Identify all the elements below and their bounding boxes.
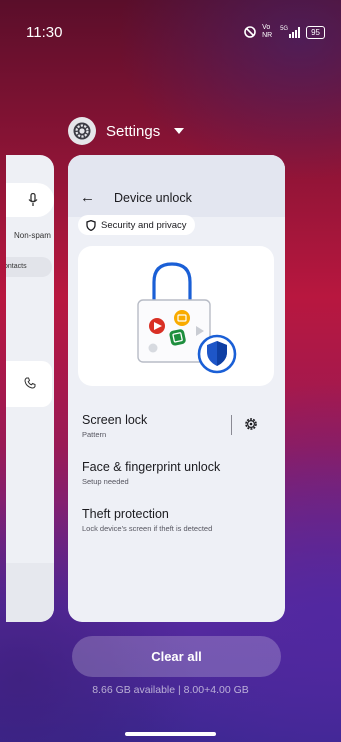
breadcrumb-chip[interactable]: Security and privacy [78,215,195,235]
signal-5g-label: 5G [280,26,289,32]
signal-icon: 5G [280,26,301,38]
recent-card-settings[interactable]: ← Device unlock Security and privacy Scr… [68,155,285,622]
battery-icon: 95 [306,25,325,39]
recent-app-name: Settings [106,122,161,140]
breadcrumb-label: Security and privacy [101,219,187,231]
lock-shackle [152,262,192,300]
face-fingerprint-title: Face & fingerprint unlock [82,460,221,474]
shield-icon [86,219,96,231]
status-time: 11:30 [26,24,63,41]
device-unlock-illustration [78,246,274,386]
face-fingerprint-subtitle: Setup needed [82,477,129,486]
padlock-illustration [137,262,237,374]
grey-dot [148,343,158,353]
chevron-down-icon[interactable] [174,128,185,134]
bottom-navigation-strip [6,563,54,622]
screen-lock-subtitle: Pattern [82,430,107,439]
settings-app-icon [68,117,96,145]
do-not-disturb-icon [244,26,256,38]
back-arrow-icon[interactable]: ← [80,189,95,206]
microphone-icon [28,193,38,206]
battery-level: 95 [311,27,320,37]
recent-app-header[interactable]: Settings [68,116,185,146]
yellow-app-dot [174,310,190,326]
screen-lock-title: Screen lock [82,413,148,427]
status-bar: 11:30 Vo NR 5G 95 [0,0,341,60]
volte-label: Vo NR [262,24,273,39]
gesture-home-bar[interactable] [125,732,216,736]
status-icons: Vo NR 5G 95 [244,24,325,40]
vertical-divider [231,415,232,435]
top-app-bar [68,155,285,217]
phone-icon [24,377,36,389]
filter-chip-nonspam: Non-spam [14,231,51,240]
page-title: Device unlock [114,191,192,205]
recent-card-previous-app[interactable]: Non-spam ontacts [6,155,54,622]
clear-all-button[interactable]: Clear all [72,636,281,677]
memory-info: 8.66 GB available | 8.00+4.00 GB [92,684,249,696]
theft-protection-title: Theft protection [82,507,169,521]
filter-chip-contacts: ontacts [6,257,52,277]
filter-chip-contacts-label: ontacts [6,263,27,270]
gear-icon[interactable] [244,417,258,431]
theft-protection-subtitle: Lock device's screen if theft is detecte… [82,524,213,533]
